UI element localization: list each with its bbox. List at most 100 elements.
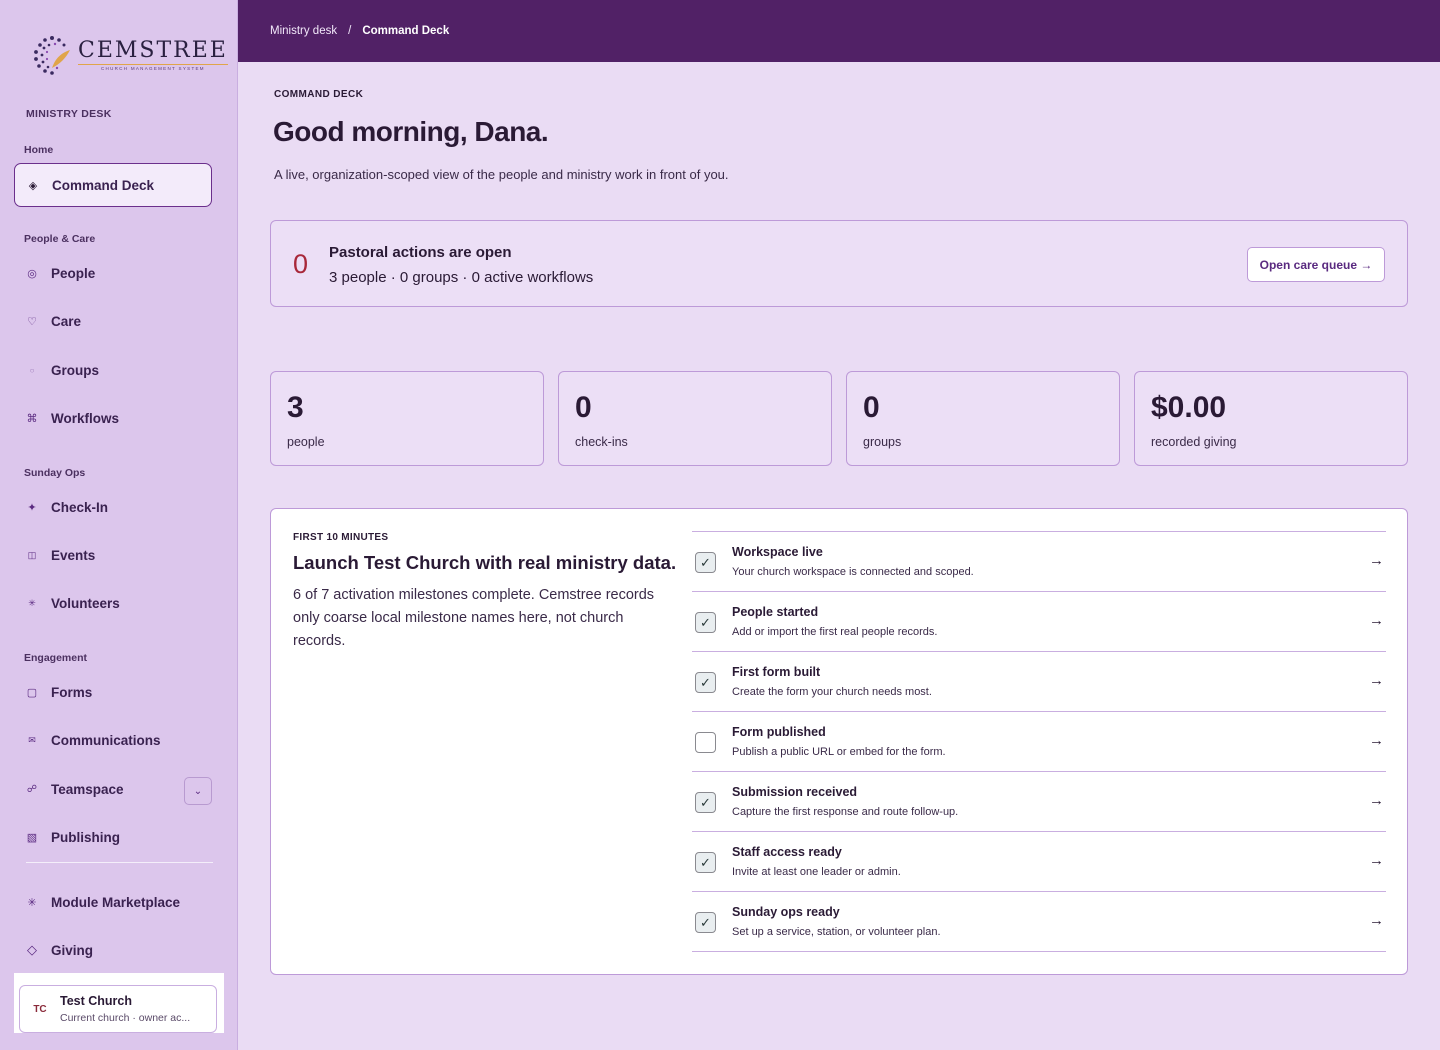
org-subtitle: Current church · owner ac...: [60, 1012, 191, 1024]
milestone-title: Sunday ops ready: [732, 905, 840, 919]
sidebar-section-title: MINISTRY DESK: [26, 108, 112, 120]
milestone-description: Capture the first response and route fol…: [732, 806, 959, 818]
sidebar-group-home: Home: [24, 144, 54, 156]
sidebar-item-command-deck[interactable]: ◈ Command Deck: [14, 163, 212, 207]
org-switcher-area: TC Test Church Current church · owner ac…: [14, 973, 224, 1033]
stat-label: groups: [863, 435, 902, 449]
milestone-row[interactable]: Form published Publish a public URL or em…: [692, 712, 1386, 772]
sidebar-item-care[interactable]: ♡ Care: [14, 299, 212, 343]
stat-label: people: [287, 435, 325, 449]
diamond-icon: ◈: [28, 179, 38, 192]
arrow-right-icon[interactable]: →: [1369, 672, 1384, 689]
link-icon: ☍: [26, 783, 38, 795]
stat-card-giving[interactable]: $0.00 recorded giving: [1134, 371, 1408, 466]
checkbox-checked-icon[interactable]: ✓: [695, 852, 716, 873]
checkbox-checked-icon[interactable]: ✓: [695, 792, 716, 813]
sidebar-item-forms[interactable]: ▢ Forms: [14, 670, 212, 714]
diamond-outline-icon: ◇: [27, 942, 37, 957]
sidebar-item-giving[interactable]: ◇ Giving: [14, 928, 212, 972]
milestone-title: Workspace live: [732, 545, 823, 559]
open-care-queue-button[interactable]: Open care queue →: [1247, 247, 1385, 282]
checkbox-checked-icon[interactable]: ✓: [695, 672, 716, 693]
launch-eyebrow: FIRST 10 MINUTES: [293, 532, 389, 543]
milestone-row[interactable]: ✓ Sunday ops ready Set up a service, stati…: [692, 892, 1386, 952]
checkbox-checked-icon[interactable]: ✓: [695, 612, 716, 633]
sidebar-item-events[interactable]: ◫ Events: [14, 533, 212, 577]
breadcrumb: Ministry desk / Command Deck: [270, 25, 449, 37]
alert-title: Pastoral actions are open: [329, 244, 512, 261]
command-icon: ⌘: [26, 412, 38, 425]
brand-name: CEMSTREE: [78, 37, 228, 63]
sidebar-item-groups[interactable]: ○ Groups: [14, 348, 212, 392]
logo-mark-icon: [30, 34, 74, 76]
sidebar-item-label: Giving: [51, 942, 94, 958]
top-bar: Ministry desk / Command Deck: [238, 0, 1440, 62]
milestone-title: Staff access ready: [732, 845, 842, 859]
arrow-right-icon[interactable]: →: [1369, 912, 1384, 929]
heart-icon: ♡: [27, 315, 37, 328]
alert-count: 0: [293, 249, 309, 279]
arrow-right-icon[interactable]: →: [1369, 612, 1384, 629]
sidebar-item-communications[interactable]: ✉ Communications: [14, 718, 212, 762]
sidebar-item-volunteers[interactable]: ✳ Volunteers: [14, 581, 212, 625]
chevron-down-icon[interactable]: ⌄: [184, 777, 212, 805]
sidebar-item-label: Events: [51, 547, 96, 563]
grid-icon: ▧: [26, 831, 38, 844]
sidebar-item-label: People: [51, 265, 96, 281]
sidebar-item-workflows[interactable]: ⌘ Workflows: [14, 396, 212, 440]
milestone-title: Form published: [732, 725, 826, 739]
sidebar-item-publishing[interactable]: ▧ Publishing: [14, 815, 212, 859]
breadcrumb-parent[interactable]: Ministry desk: [270, 25, 337, 37]
sidebar-item-people[interactable]: ◎ People: [14, 251, 212, 295]
milestone-row[interactable]: ✓ Staff access ready Invite at least one l…: [692, 832, 1386, 892]
milestone-row[interactable]: ✓ First form built Create the form your ch…: [692, 652, 1386, 712]
sidebar-group-people-care: People & Care: [24, 233, 96, 245]
arrow-right-icon[interactable]: →: [1369, 792, 1384, 809]
brand-logo[interactable]: CEMSTREE CHURCH MANAGEMENT SYSTEM: [30, 34, 228, 76]
page-title: Good morning, Dana.: [273, 116, 549, 147]
sidebar-item-teamspace[interactable]: ☍ Teamspace ⌄: [14, 767, 212, 811]
dot-icon: ○: [29, 365, 35, 375]
milestone-row[interactable]: ✓ Workspace live Your church workspace is …: [692, 532, 1386, 592]
sidebar-item-module-marketplace[interactable]: ✳ Module Marketplace: [14, 880, 212, 924]
milestone-description: Your church workspace is connected and s…: [732, 566, 974, 578]
milestone-row[interactable]: ✓ People started Add or import the first r…: [692, 592, 1386, 652]
sidebar-item-label: Command Deck: [52, 177, 155, 193]
pastoral-alert-card: 0 Pastoral actions are open 3 people · 0…: [270, 220, 1408, 307]
checkbox-checked-icon[interactable]: ✓: [695, 552, 716, 573]
milestone-title: First form built: [732, 665, 821, 679]
checkbox-checked-icon[interactable]: ✓: [695, 912, 716, 933]
sidebar-item-label: Teamspace: [51, 781, 124, 797]
sidebar-item-label: Workflows: [51, 410, 120, 426]
launch-description: 6 of 7 activation milestones complete. C…: [293, 587, 655, 649]
milestone-description: Create the form your church needs most.: [732, 686, 932, 698]
stat-label: check-ins: [575, 435, 628, 449]
sidebar-item-check-in[interactable]: ✦ Check-In: [14, 485, 212, 529]
stat-card-groups[interactable]: 0 groups: [846, 371, 1120, 466]
sidebar-item-label: Care: [51, 313, 82, 329]
org-switcher[interactable]: TC Test Church Current church · owner ac…: [19, 985, 217, 1033]
milestone-description: Set up a service, station, or volunteer …: [732, 926, 941, 938]
sidebar-item-label: Module Marketplace: [51, 894, 181, 910]
milestone-row[interactable]: ✓ Submission received Capture the first re…: [692, 772, 1386, 832]
star-icon: ✳: [27, 896, 37, 909]
milestone-title: Submission received: [732, 785, 858, 799]
stat-value: $0.00: [1151, 391, 1227, 424]
checkbox-empty-icon[interactable]: [695, 732, 716, 753]
sidebar-item-label: Volunteers: [51, 595, 120, 611]
stat-card-people[interactable]: 3 people: [270, 371, 544, 466]
sidebar-item-label: Publishing: [51, 829, 120, 845]
sparkle-icon: ✦: [27, 501, 37, 514]
stat-card-check-ins[interactable]: 0 check-ins: [558, 371, 832, 466]
calendar-icon: ◫: [27, 549, 37, 560]
asterisk-icon: ✳: [28, 597, 36, 608]
milestone-description: Add or import the first real people reco…: [732, 626, 938, 638]
arrow-right-icon[interactable]: →: [1369, 732, 1384, 749]
milestone-description: Invite at least one leader or admin.: [732, 866, 901, 878]
stat-label: recorded giving: [1151, 435, 1237, 449]
arrow-right-icon[interactable]: →: [1369, 852, 1384, 869]
arrow-right-icon[interactable]: →: [1369, 552, 1384, 569]
org-name: Test Church: [60, 994, 132, 1008]
sidebar-group-engagement: Engagement: [24, 652, 88, 664]
sidebar-item-label: Check-In: [51, 499, 109, 515]
